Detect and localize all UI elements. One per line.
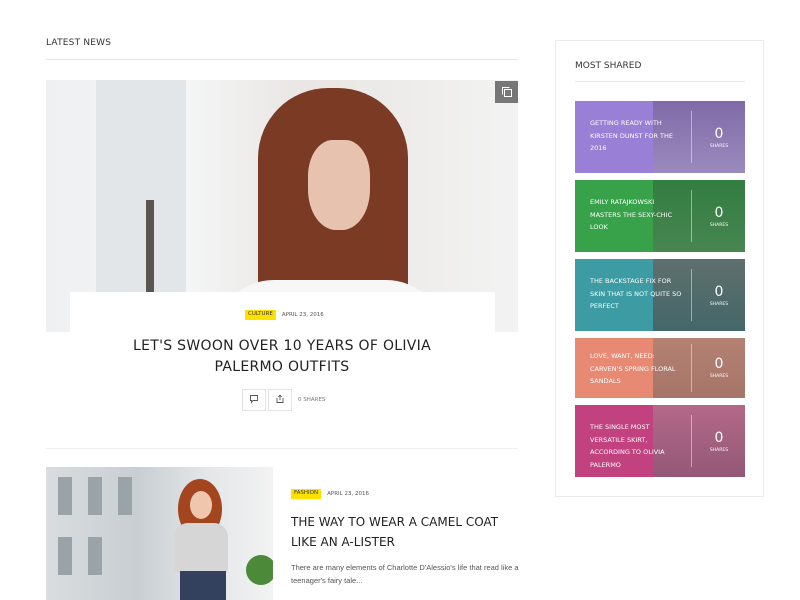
- comment-icon: [249, 391, 259, 409]
- share-count: 0: [714, 430, 724, 446]
- share-count: 0: [714, 205, 724, 221]
- share-count: 0: [714, 284, 724, 300]
- most-shared-item[interactable]: EMILY RATAJKOWSKI MASTERS THE SEXY-CHIC …: [575, 180, 745, 252]
- share-button[interactable]: [268, 389, 292, 411]
- post-date: APRIL 23, 2016: [281, 311, 324, 318]
- comment-button[interactable]: [242, 389, 266, 411]
- second-article-excerpt: There are many elements of Charlotte D'A…: [291, 563, 519, 585]
- most-shared-widget: MOST SHARED GETTING READY WITH KIRSTEN D…: [555, 40, 764, 497]
- most-shared-item-title: EMILY RATAJKOWSKI MASTERS THE SEXY-CHIC …: [590, 198, 673, 231]
- most-shared-item-title: THE BACKSTAGE FIX FOR SKIN THAT IS NOT Q…: [590, 277, 682, 310]
- featured-meta: CULTURE APRIL 23, 2016: [245, 310, 324, 320]
- share-count: 0: [714, 356, 724, 372]
- most-shared-item-title: THE SINGLE MOST VERSATILE SKIRT, ACCORDI…: [590, 423, 665, 469]
- latest-news-heading: LATEST NEWS: [46, 38, 518, 60]
- category-tag[interactable]: CULTURE: [245, 310, 276, 320]
- featured-article-title[interactable]: LET'S SWOON OVER 10 YEARS OF OLIVIA PALE…: [100, 336, 464, 378]
- share-count-label: SHARES: [709, 144, 729, 149]
- share-count: 0: [714, 126, 724, 142]
- category-tag[interactable]: FASHION: [291, 489, 322, 499]
- share-count-label: SHARES: [709, 223, 729, 228]
- share-count-label: SHARES: [709, 302, 729, 307]
- share-count-label: SHARES: [709, 374, 729, 379]
- article-divider: [46, 448, 518, 449]
- gallery-icon[interactable]: [495, 81, 518, 103]
- most-shared-heading: MOST SHARED: [575, 61, 745, 82]
- most-shared-item[interactable]: GETTING READY WITH KIRSTEN DUNST FOR THE…: [575, 101, 745, 173]
- most-shared-item[interactable]: LOVE, WANT, NEED: CARVEN'S SPRING FLORAL…: [575, 338, 745, 398]
- most-shared-item[interactable]: THE SINGLE MOST VERSATILE SKIRT, ACCORDI…: [575, 405, 745, 477]
- share-icon: [275, 391, 285, 409]
- share-count-label: SHARES: [709, 448, 729, 453]
- second-article-meta: FASHION APRIL 23, 2016: [291, 489, 369, 499]
- most-shared-item[interactable]: THE BACKSTAGE FIX FOR SKIN THAT IS NOT Q…: [575, 259, 745, 331]
- second-article-image[interactable]: [46, 467, 273, 600]
- most-shared-item-title: GETTING READY WITH KIRSTEN DUNST FOR THE…: [590, 119, 674, 152]
- featured-share-count: 0 SHARES: [298, 397, 326, 403]
- most-shared-item-title: LOVE, WANT, NEED: CARVEN'S SPRING FLORAL…: [590, 352, 676, 385]
- second-article-title[interactable]: THE WAY TO WEAR A CAMEL COAT LIKE AN A-L…: [291, 512, 523, 552]
- post-date: APRIL 23, 2016: [327, 490, 369, 497]
